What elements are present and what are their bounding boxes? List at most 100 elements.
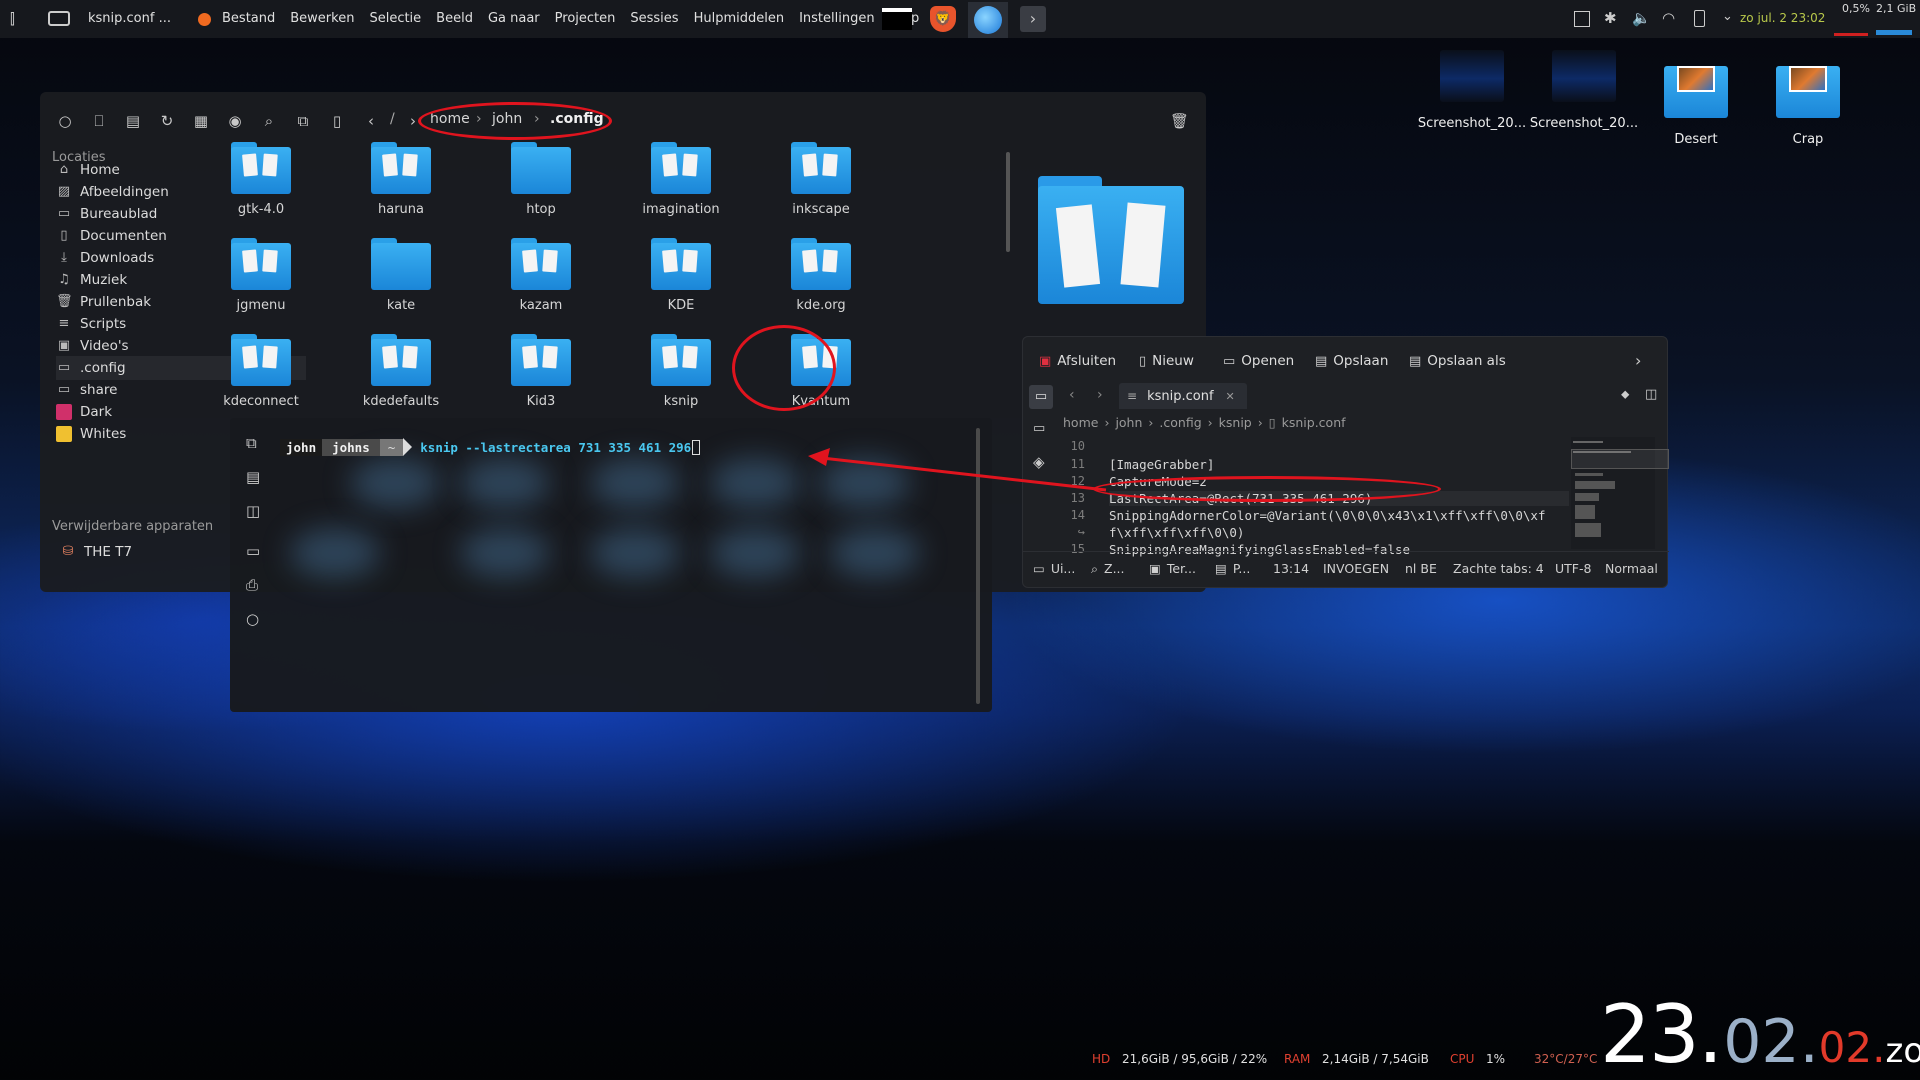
split-view-icon[interactable]: ◫ [1645,387,1657,402]
side-panel-folder-icon[interactable]: ▭ [1029,385,1053,409]
battery-icon[interactable] [1694,10,1705,27]
tab-ksnip-conf[interactable]: ≡ ksnip.conf ✕ [1119,383,1247,409]
window-title[interactable]: ksnip.conf ... [88,11,171,26]
toolbar-overflow-icon[interactable]: › [1635,351,1641,370]
menu-ga-naar[interactable]: Ga naar [488,11,540,26]
menu-beeld[interactable]: Beeld [436,11,473,26]
screenshot-tray-icon[interactable] [1574,11,1590,27]
dictionary-language[interactable]: nl BE [1405,561,1437,576]
folder-item[interactable]: gtk-4.0 [201,142,321,232]
folder-item[interactable]: imagination [621,142,741,232]
folder-item[interactable]: jgmenu [201,238,321,328]
input-mode[interactable]: INVOEGEN [1323,561,1389,576]
cursor-position[interactable]: 13:14 [1273,561,1309,576]
editor-breadcrumb-item[interactable]: john [1115,415,1142,430]
folder-icon[interactable]: ▭ [246,542,260,560]
search-icon[interactable]: ⌕ [260,112,278,130]
folder-item[interactable]: haruna [341,142,461,232]
folder-item[interactable]: Kid3 [481,334,601,424]
folder-item[interactable]: kde.org [761,238,881,328]
clock-second: 02 [1818,1023,1873,1072]
breadcrumb-root[interactable]: / [390,111,395,127]
menu-bewerken[interactable]: Bewerken [290,11,354,26]
project-status-button[interactable]: ▤ P... [1215,561,1250,576]
open-button[interactable]: ▭ Openen [1223,353,1294,369]
new-doc-button[interactable]: ▯ Nieuw [1139,353,1194,369]
terminal-status-button[interactable]: ▣ Ter... [1149,561,1196,576]
tab-close-icon[interactable]: ✕ [1226,390,1235,403]
window-icon[interactable] [48,11,70,26]
brave-browser-icon[interactable]: 🦁 [930,6,956,32]
nav-forward-icon[interactable]: › [1097,387,1103,403]
zoom-status-button[interactable]: ⌕ Z... [1091,561,1125,577]
close-doc-button[interactable]: ▣ Afsluiten [1039,353,1116,369]
folder-item[interactable]: ksnip [621,334,741,424]
folder-item[interactable]: KDE [621,238,741,328]
folder-item[interactable]: inkscape [761,142,881,232]
desktop-icon[interactable]: Screenshot_20... [1529,50,1639,131]
menu-instellingen[interactable]: Instellingen [799,11,875,26]
back-icon[interactable]: ‹ [362,112,380,130]
folder-item[interactable]: kdedefaults [341,334,461,424]
circle-icon[interactable]: ○ [56,112,74,130]
menu-bar: Bestand Bewerken Selectie Beeld Ga naar Proje… [222,11,934,26]
editor-breadcrumb-item[interactable]: home [1063,415,1098,430]
folder-item[interactable]: kate [341,238,461,328]
eye-icon[interactable]: ◉ [226,112,244,130]
folder-label: imagination [642,202,720,217]
menu-sessies[interactable]: Sessies [630,11,678,26]
bluetooth-icon[interactable]: ✱ [1604,9,1617,27]
indent-setting[interactable]: Zachte tabs: 4 [1453,561,1544,576]
panel-icon[interactable]: ▤ [124,112,142,130]
printer-icon[interactable]: ⎙ [246,576,258,594]
scrollbar[interactable] [1006,152,1010,252]
folder-label: htop [526,202,556,217]
menu-bestand[interactable]: Bestand [222,11,275,26]
nav-back-icon[interactable]: ‹ [1069,387,1075,403]
app-launcher-icon[interactable]: ⫿ [10,10,30,28]
list-icon[interactable]: ▤ [246,468,260,486]
more-tasks-icon[interactable]: › [1020,6,1046,32]
refresh-icon[interactable]: ↻ [158,112,176,130]
blurred-background [590,528,680,578]
side-panel-docs-icon[interactable]: ▭ [1033,421,1045,436]
prompt-line[interactable]: john johns ~ ksnip --lastrectarea 731 33… [280,438,701,456]
desktop-icon[interactable]: Desert [1641,50,1751,147]
menu-hulpmiddelen[interactable]: Hulpmiddelen [694,11,785,26]
trash-icon[interactable]: 🗑 [1170,112,1189,130]
save-as-button[interactable]: ▤ Opslaan als [1409,353,1506,369]
editor-breadcrumb-item[interactable]: ksnip.conf [1282,415,1346,430]
tray-expand-icon[interactable]: ⌄ [1722,9,1733,24]
copy-icon[interactable]: ⧉ [294,112,312,130]
new-file-icon[interactable]: ▯ [328,112,346,130]
tray-date[interactable]: zo jul. 2 23:02 [1740,11,1825,25]
folder-item[interactable]: htop [481,142,601,232]
terminal-taskbar-icon[interactable] [882,8,912,30]
wifi-icon[interactable]: ◠ [1662,9,1675,27]
pin-icon[interactable]: ⬥ [1621,387,1629,402]
folder-label: jgmenu [236,298,286,313]
view-mode[interactable]: Normaal [1605,561,1658,576]
breadcrumb: home › john › .config [418,92,662,148]
volume-icon[interactable]: 🔈 [1632,9,1651,27]
new-tab-icon[interactable]: ⧉ [246,434,257,452]
editor-breadcrumb-item[interactable]: ksnip [1219,415,1252,430]
split-icon[interactable]: ◫ [246,502,260,520]
save-button[interactable]: ▤ Opslaan [1315,353,1388,369]
usb-drive-icon: ⛁ [62,544,74,559]
menu-selectie[interactable]: Selectie [369,11,421,26]
bookmark-icon[interactable]: ⎕ [90,112,108,130]
menu-projecten[interactable]: Projecten [555,11,616,26]
grid-view-icon[interactable]: ▦ [192,112,210,130]
editor-breadcrumb-item[interactable]: .config [1159,415,1201,430]
ui-status-button[interactable]: ▭ Ui... [1033,561,1075,576]
git-icon[interactable]: ◈ [1033,453,1045,471]
minimap[interactable] [1571,437,1669,549]
folder-item[interactable]: kdeconnect [201,334,321,424]
desktop-icon[interactable]: Screenshot_20... [1417,50,1527,131]
circle-icon[interactable]: ○ [246,610,259,628]
desktop-icon[interactable]: Crap [1753,50,1863,147]
encoding[interactable]: UTF-8 [1555,561,1591,576]
folder-item[interactable]: kazam [481,238,601,328]
terminal-scrollbar[interactable] [976,428,980,704]
